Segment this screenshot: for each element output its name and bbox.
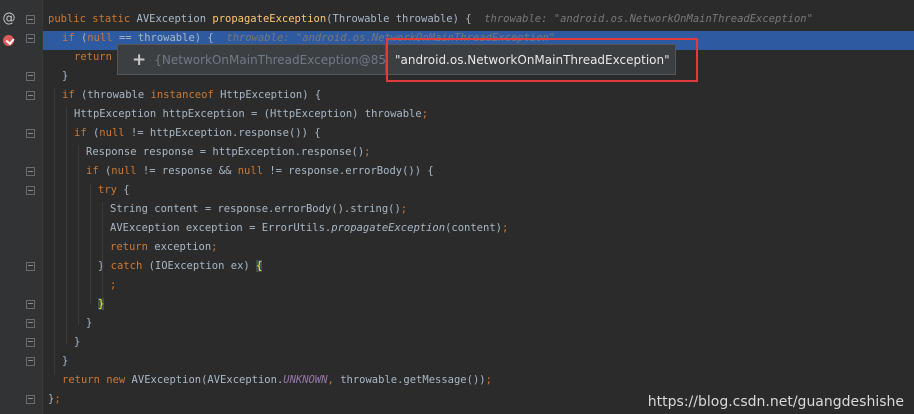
code-token: (content) [445, 222, 502, 234]
code-line[interactable]: } catch (IOException ex) { [98, 257, 263, 276]
fold-end-icon[interactable] [26, 262, 35, 271]
code-token: propagateException [212, 13, 327, 25]
fold-collapse-icon[interactable] [26, 15, 35, 24]
code-token: (IOException ex) [148, 260, 257, 272]
highlight-annotation-box [386, 38, 698, 82]
code-token: { [256, 260, 263, 272]
code-token: , [327, 374, 341, 386]
breakpoint-icon[interactable] [3, 35, 14, 46]
fold-end-icon[interactable] [26, 319, 35, 328]
code-token: != response && [142, 165, 238, 177]
code-token: (Throwable throwable) { [326, 13, 485, 25]
expand-icon[interactable]: + [132, 50, 146, 70]
indent-guide [102, 202, 103, 300]
code-token: } [74, 336, 81, 348]
code-line[interactable]: } [62, 67, 68, 86]
code-token: ; [110, 279, 117, 291]
code-token: { [123, 184, 130, 196]
code-token: throwable.getMessage()) [340, 374, 486, 386]
code-token: HttpException httpException = (HttpExcep… [74, 108, 422, 120]
code-token: } [86, 317, 93, 329]
indent-guide [66, 107, 67, 345]
code-token: null [99, 127, 131, 139]
fold-end-icon[interactable] [26, 395, 35, 404]
fold-collapse-icon[interactable] [26, 167, 35, 176]
code-token: catch [110, 260, 149, 272]
code-token: throwable: "android.os.NetworkOnMainThre… [484, 13, 813, 25]
code-token: Response response = httpException.respon… [86, 146, 365, 158]
object-label: {NetworkOnMainThreadException@8572} [154, 52, 409, 67]
code-line[interactable]: public static AVException propagateExcep… [48, 10, 813, 29]
fold-collapse-icon[interactable] [26, 34, 35, 43]
code-token: null [87, 32, 119, 44]
code-token: ; [400, 203, 408, 215]
editor-gutter: @ [0, 0, 43, 414]
code-token: ; [501, 222, 509, 234]
code-token: if [74, 127, 93, 139]
code-token: if [62, 32, 81, 44]
fold-collapse-icon[interactable] [26, 129, 35, 138]
fold-end-icon[interactable] [26, 338, 35, 347]
indent-guide [78, 145, 79, 325]
code-token: ; [485, 374, 492, 386]
code-line[interactable]: return exception; [110, 238, 218, 257]
code-token: UNKNOWN [283, 374, 328, 386]
code-token: != httpException.response()) { [130, 127, 321, 139]
code-line[interactable]: if (throwable instanceof HttpException) … [62, 86, 321, 105]
code-token: String content = response.errorBody().st… [110, 203, 401, 215]
code-token: AVException [136, 13, 213, 25]
code-token: AVException exception = ErrorUtils. [110, 222, 332, 234]
debug-object-tooltip[interactable]: + {NetworkOnMainThreadException@8572} [117, 44, 409, 75]
code-line[interactable]: ; [110, 276, 116, 295]
code-line[interactable]: return new AVException(AVException.UNKNO… [62, 371, 492, 390]
indent-guide [90, 183, 91, 305]
code-token: } [98, 260, 111, 272]
code-line[interactable]: try { [98, 181, 130, 200]
code-token: ; [421, 108, 429, 120]
code-token: HttpException) { [220, 89, 322, 101]
code-token: ; [54, 393, 61, 405]
code-token: null [237, 165, 270, 177]
code-line[interactable]: HttpException httpException = (HttpExcep… [74, 105, 428, 124]
code-token: == throwable) { [118, 32, 227, 44]
code-line[interactable]: String content = response.errorBody().st… [110, 200, 407, 219]
code-token: ; [211, 241, 218, 253]
code-token: ; [364, 146, 371, 158]
code-token: exception [154, 241, 212, 253]
code-token: (throwable [80, 89, 151, 101]
fold-end-icon[interactable] [26, 72, 35, 81]
code-token: if [62, 89, 81, 101]
fold-end-icon[interactable] [26, 357, 35, 366]
override-marker-icon[interactable]: @ [0, 11, 18, 27]
indent-guide [54, 88, 55, 375]
code-token: return new [62, 374, 132, 386]
code-token: instanceof [150, 89, 221, 101]
code-line[interactable]: } [62, 352, 68, 371]
code-line[interactable]: AVException exception = ErrorUtils.propa… [110, 219, 508, 238]
code-token: null [111, 165, 143, 177]
watermark: https://blog.csdn.net/guangdeshishe [647, 394, 904, 410]
code-token: } [62, 355, 69, 367]
code-token: if [86, 165, 105, 177]
code-token: return [74, 51, 119, 63]
code-line[interactable]: if (null != httpException.response()) { [74, 124, 321, 143]
fold-collapse-icon[interactable] [26, 91, 35, 100]
code-token: return [110, 241, 155, 253]
code-token: != response.errorBody()) { [269, 165, 434, 177]
code-line[interactable]: } [86, 314, 92, 333]
code-token: propagateException [331, 222, 446, 234]
code-line[interactable]: }; [48, 390, 61, 409]
code-line[interactable]: Response response = httpException.respon… [86, 143, 370, 162]
code-line[interactable]: } [74, 333, 80, 352]
fold-collapse-icon[interactable] [26, 186, 35, 195]
fold-end-icon[interactable] [26, 300, 35, 309]
code-token: public static [48, 13, 137, 25]
code-line[interactable]: if (null != response && null != response… [86, 162, 434, 181]
code-token: } [62, 70, 69, 82]
code-token: try [98, 184, 124, 196]
code-token: AVException(AVException. [131, 374, 284, 386]
